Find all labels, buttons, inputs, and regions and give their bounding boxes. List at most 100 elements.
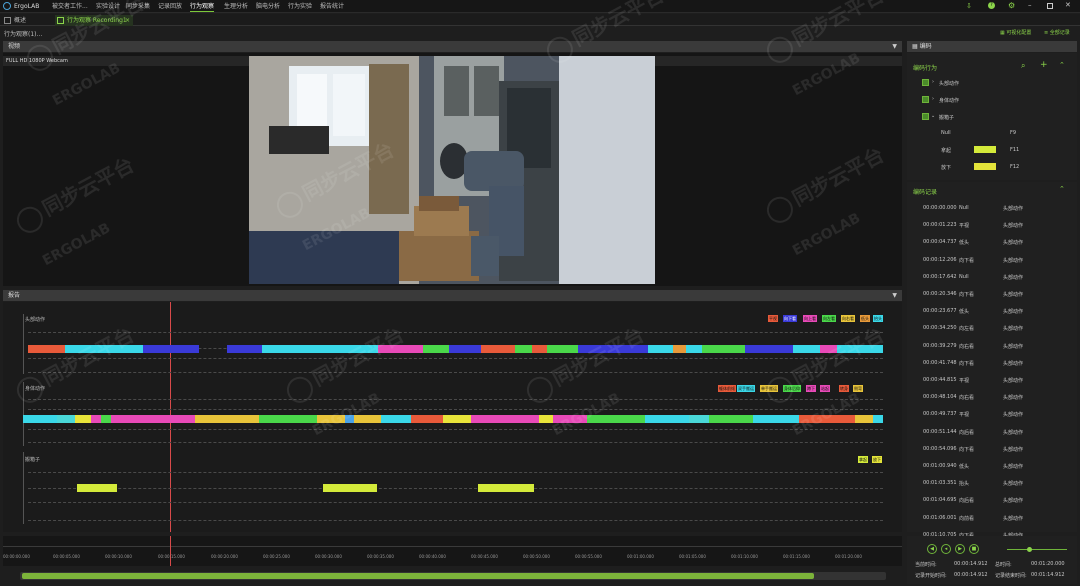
record-row[interactable]: 00:00:20.346 向下看 头部动作: [907, 289, 1077, 301]
segment[interactable]: [57, 415, 75, 423]
record-row[interactable]: 00:01:00.940 低头 头部动作: [907, 461, 1077, 473]
segment[interactable]: [75, 415, 91, 423]
tab-overview[interactable]: 概述: [2, 15, 50, 26]
gear-icon[interactable]: ⚙: [1008, 1, 1015, 10]
record-row[interactable]: 00:00:17.642 Null 头部动作: [907, 272, 1077, 284]
collapse-up-icon[interactable]: ⌃: [1059, 185, 1065, 193]
segment[interactable]: [195, 415, 259, 423]
menu-item-8[interactable]: 报告统计: [320, 2, 344, 12]
track-bar-head[interactable]: [28, 345, 883, 353]
record-row[interactable]: 00:00:48.104 向右看 头部动作: [907, 392, 1077, 404]
segment[interactable]: [259, 415, 317, 423]
record-row[interactable]: 00:01:03.351 抬头 头部动作: [907, 478, 1077, 490]
record-row[interactable]: 00:00:04.737 低头 头部动作: [907, 237, 1077, 249]
menu-item-4[interactable]: 行为观察: [190, 2, 215, 12]
visual-config-button[interactable]: ▦ 可视化配置: [1000, 29, 1031, 36]
code-color-swatch[interactable]: [974, 146, 996, 153]
segment[interactable]: [449, 345, 481, 353]
search-icon[interactable]: ⌕: [1021, 61, 1025, 71]
expand-icon[interactable]: ›: [932, 96, 934, 102]
segment[interactable]: [381, 415, 411, 423]
segment[interactable]: [443, 415, 471, 423]
expanded-icon[interactable]: ⌄: [931, 113, 935, 119]
group-checkbox-head[interactable]: [922, 79, 929, 86]
segment[interactable]: [873, 415, 883, 423]
record-row[interactable]: 00:00:23.677 低头 头部动作: [907, 306, 1077, 318]
menu-item-5[interactable]: 生理分析: [224, 2, 248, 12]
group-checkbox-body[interactable]: [922, 96, 929, 103]
segment[interactable]: [532, 345, 547, 353]
segment[interactable]: [515, 345, 532, 353]
record-row[interactable]: 00:00:39.279 向右看 头部动作: [907, 341, 1077, 353]
record-row[interactable]: 00:01:04.695 向后看 头部动作: [907, 495, 1077, 507]
pin-icon[interactable]: ⇩: [966, 2, 972, 10]
segment[interactable]: [648, 345, 673, 353]
time-ruler[interactable]: 00:00:00.000 00:00:05.000 00:00:10.000 0…: [3, 536, 902, 566]
group-checkbox-box[interactable]: [922, 113, 929, 120]
segment[interactable]: [673, 345, 686, 353]
segment[interactable]: [645, 415, 689, 423]
segment[interactable]: [101, 415, 111, 423]
record-row[interactable]: 00:00:54.096 向下看 头部动作: [907, 444, 1077, 456]
segment[interactable]: [23, 415, 57, 423]
record-row[interactable]: 00:00:12.206 向下看 头部动作: [907, 255, 1077, 267]
segment[interactable]: [689, 415, 709, 423]
timeline-panel-header[interactable]: 报告 ▼: [3, 290, 902, 301]
all-records-button[interactable]: ≡ 全部记录: [1044, 29, 1070, 36]
collapse-up-icon[interactable]: ⌃: [1059, 61, 1065, 69]
segment[interactable]: [753, 415, 799, 423]
segment[interactable]: [411, 415, 443, 423]
record-row[interactable]: 00:00:44.815 平视 头部动作: [907, 375, 1077, 387]
record-row[interactable]: 00:00:01.223 平视 头部动作: [907, 220, 1077, 232]
segment[interactable]: [855, 415, 873, 423]
step-back-button[interactable]: ◂: [941, 544, 951, 554]
segment[interactable]: [111, 415, 195, 423]
record-row[interactable]: 00:00:49.737 平视 头部动作: [907, 409, 1077, 421]
record-row[interactable]: 00:00:34.250 向左看 头部动作: [907, 323, 1077, 335]
segment[interactable]: [745, 345, 793, 353]
minimize-icon[interactable]: –: [1028, 1, 1032, 9]
segment[interactable]: [423, 345, 449, 353]
segment[interactable]: [28, 345, 65, 353]
segment[interactable]: [478, 484, 534, 492]
add-icon[interactable]: +: [1040, 60, 1048, 70]
help-icon[interactable]: ?: [988, 2, 995, 9]
collapse-icon[interactable]: ▼: [892, 41, 897, 52]
record-row[interactable]: 00:01:06.001 向前看 头部动作: [907, 513, 1077, 525]
segment[interactable]: [323, 484, 377, 492]
code-item-name[interactable]: 拿起: [941, 147, 951, 154]
scrollbar-thumb[interactable]: [22, 573, 814, 579]
maximize-icon[interactable]: [1047, 3, 1053, 9]
code-item-name[interactable]: 放下: [941, 164, 951, 171]
segment[interactable]: [227, 345, 262, 353]
record-row[interactable]: 00:00:00.000 Null 头部动作: [907, 203, 1077, 215]
close-icon[interactable]: ✕: [1065, 1, 1071, 9]
segment[interactable]: [702, 345, 745, 353]
rewind-button[interactable]: ◀: [927, 544, 937, 554]
timeline-scrollbar[interactable]: [20, 572, 886, 580]
segment[interactable]: [686, 345, 702, 353]
segment[interactable]: [481, 345, 515, 353]
playhead-marker[interactable]: [170, 536, 171, 566]
menu-item-3[interactable]: 记录回放: [158, 2, 182, 12]
segment[interactable]: [143, 345, 199, 353]
segment[interactable]: [77, 484, 117, 492]
segment[interactable]: [539, 415, 553, 423]
play-button[interactable]: ▶: [955, 544, 965, 554]
segment[interactable]: [91, 415, 101, 423]
code-item-name[interactable]: Null: [941, 130, 951, 136]
menu-item-6[interactable]: 脑电分析: [256, 2, 280, 12]
menu-item-7[interactable]: 行为实验: [288, 2, 312, 12]
segment[interactable]: [471, 415, 539, 423]
code-color-swatch[interactable]: [974, 163, 996, 170]
record-row[interactable]: 00:00:41.748 向下看 头部动作: [907, 358, 1077, 370]
menu-item-0[interactable]: 被交者工作...: [52, 2, 88, 12]
segment[interactable]: [709, 415, 753, 423]
volume-knob[interactable]: [1027, 547, 1032, 552]
track-bar-body[interactable]: [23, 415, 883, 423]
record-row[interactable]: 00:00:51.144 向后看 头部动作: [907, 427, 1077, 439]
collapse-icon[interactable]: ▼: [892, 290, 897, 301]
volume-slider[interactable]: [1007, 547, 1067, 552]
stop-button[interactable]: ■: [969, 544, 979, 554]
expand-icon[interactable]: ›: [932, 79, 934, 85]
